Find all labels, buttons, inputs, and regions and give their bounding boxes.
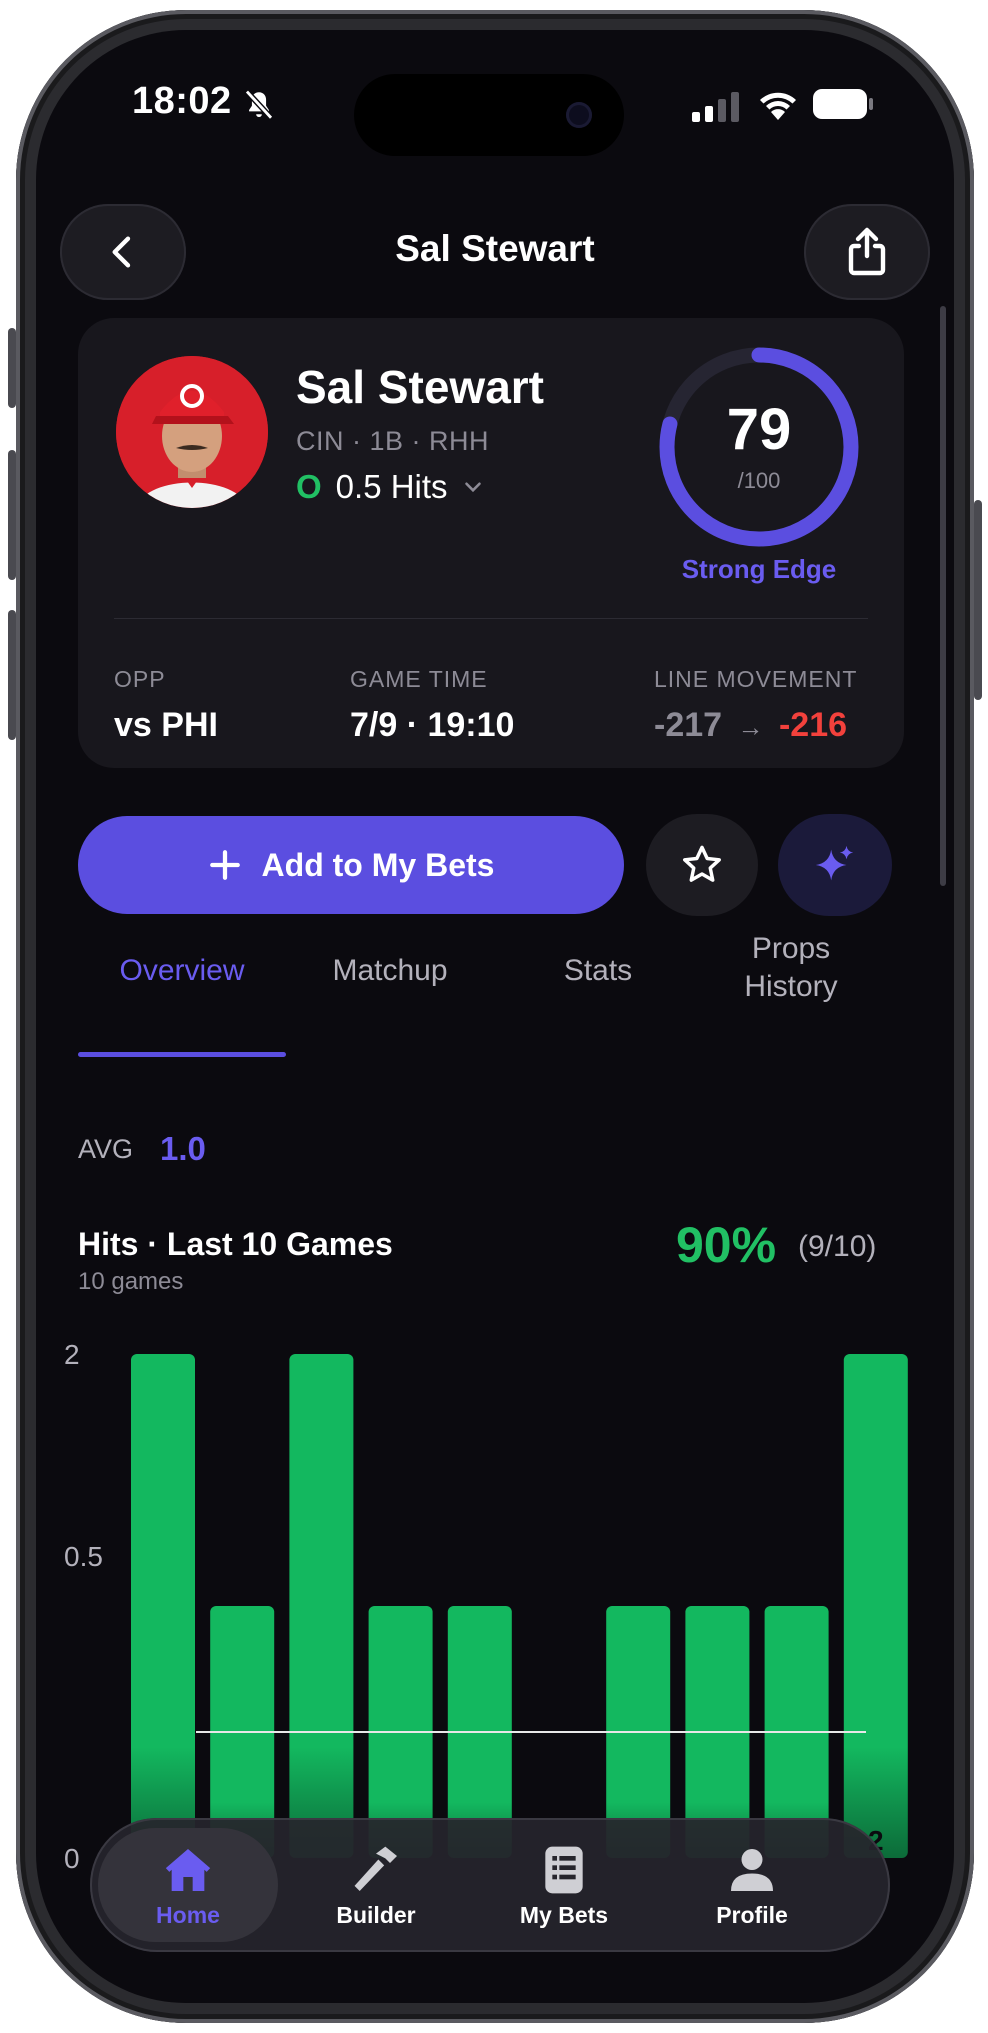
battery-icon [813, 89, 873, 119]
bottom-tab-bar: Home Builder My Bets Profile [90, 1818, 890, 1952]
chart-bar [289, 1354, 354, 1858]
tab-overview[interactable]: Overview [78, 954, 286, 988]
tabbar-label-profile: Profile [716, 1902, 788, 1928]
add-to-my-bets-button[interactable]: Add to My Bets [78, 816, 624, 914]
person-icon [731, 1849, 773, 1891]
tab-stats[interactable]: Stats [494, 954, 702, 988]
volume-down-button [8, 610, 16, 740]
game-time-label: GAME TIME [350, 666, 488, 692]
tabbar-label-my-bets: My Bets [519, 1902, 609, 1928]
chart-bar [843, 1354, 908, 1858]
player-card: Sal Stewart CIN · 1B · RHH O 0.5 Hits 79… [78, 318, 904, 768]
tabbar-label-builder: Builder [336, 1902, 416, 1928]
share-icon [848, 227, 886, 276]
y-tick-label: 0 [64, 1843, 80, 1870]
tabbar-item-profile[interactable]: Profile [662, 1828, 842, 1942]
edge-score-max: /100 [737, 468, 781, 493]
chart-title: Hits · Last 10 Games [78, 1226, 393, 1262]
chart-subtitle: 10 games [78, 1268, 184, 1295]
line-to: -216 [778, 706, 848, 744]
favorite-button[interactable] [646, 814, 758, 916]
card-divider [114, 618, 868, 619]
prop-line-label: 0.5 Hits [335, 468, 448, 505]
camera-icon [566, 102, 592, 128]
avg-label: AVG [78, 1134, 134, 1164]
arrow-right-icon: → [737, 712, 764, 742]
bell-slash-icon [244, 89, 274, 120]
active-tab-indicator [78, 1052, 286, 1057]
prop-line-selector[interactable]: O 0.5 Hits [296, 468, 486, 506]
chart-bar [131, 1354, 195, 1858]
list-icon [545, 1846, 583, 1894]
hammer-icon [354, 1846, 397, 1891]
sparkles-icon [815, 845, 854, 881]
avg-value: 1.0 [160, 1130, 206, 1167]
home-icon [165, 1849, 211, 1891]
line-movement-label: LINE MOVEMENT [654, 666, 858, 692]
tab-props-history[interactable]: Props History [716, 930, 866, 1006]
dynamic-island [354, 74, 624, 156]
over-under-indicator: O [296, 468, 322, 505]
edge-score-value: 79 [726, 397, 792, 462]
plus-icon [209, 850, 240, 880]
app-screen: 18:02 Sal Stewart Sal Stewart CIN · 1B ·… [36, 30, 954, 2003]
navigation-bar: Sal Stewart [36, 180, 954, 300]
y-tick-label: 0.5 [64, 1541, 103, 1572]
line-movement-value: -217 → -216 [654, 706, 847, 745]
status-bar: 18:02 [36, 30, 954, 180]
player-meta: CIN · 1B · RHH [296, 426, 490, 456]
y-tick-label: 2 [64, 1339, 80, 1370]
status-time: 18:02 [132, 80, 232, 122]
player-name: Sal Stewart [296, 361, 544, 413]
player-avatar [116, 356, 268, 508]
silent-switch [8, 328, 16, 408]
opp-label: OPP [114, 666, 166, 692]
chevron-down-icon [464, 482, 481, 493]
scroll-indicator[interactable] [940, 306, 946, 886]
tab-matchup[interactable]: Matchup [286, 954, 494, 988]
edge-label: Strong Edge [681, 554, 837, 584]
hits-bar-chart: 20.502 [64, 1339, 908, 1870]
power-button [974, 500, 982, 700]
add-to-my-bets-label: Add to My Bets [261, 846, 495, 883]
wifi-icon [760, 92, 796, 120]
tabbar-item-builder[interactable]: Builder [286, 1828, 466, 1942]
tabbar-label-home: Home [156, 1902, 220, 1928]
volume-up-button [8, 450, 16, 580]
game-time-value: 7/9 · 19:10 [350, 706, 515, 744]
ai-insights-button[interactable] [778, 814, 892, 916]
line-from: -217 [654, 706, 723, 744]
tabbar-item-home[interactable]: Home [98, 1828, 278, 1942]
cellular-signal-icon [692, 92, 739, 122]
hit-rate-percent: 90% [676, 1217, 777, 1273]
share-button[interactable] [804, 204, 930, 300]
opp-value: vs PHI [114, 706, 218, 744]
tabbar-item-my-bets[interactable]: My Bets [474, 1828, 654, 1942]
star-icon [683, 845, 721, 882]
hit-rate-fraction: (9/10) [798, 1230, 877, 1263]
